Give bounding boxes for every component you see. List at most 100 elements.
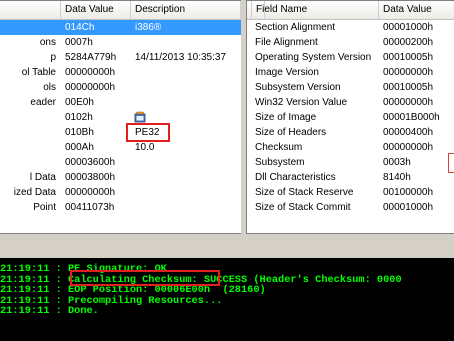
field-name (0, 20, 64, 35)
field-name: ols (43, 82, 56, 93)
field-name: ons (39, 37, 56, 48)
field-name (0, 125, 64, 140)
pe-signature-highlight-box (70, 270, 220, 286)
field-name: ol Table (21, 67, 56, 78)
field-name (0, 155, 64, 170)
table-row[interactable]: 0102h (0, 110, 241, 125)
data-value: 00000000h (65, 187, 116, 198)
field-name: Subsystem Version (255, 82, 341, 93)
table-row[interactable]: ized Data 00000000h (0, 185, 241, 200)
data-value: 00000000h (383, 97, 434, 108)
data-value: 00100000h (383, 187, 434, 198)
table-row[interactable]: ol Table 00000000h (0, 65, 241, 80)
data-value: 0003h (383, 157, 411, 168)
table-row[interactable]: p 5284A779h 14/11/2013 10:35:37 (0, 50, 241, 65)
field-name: Checksum (255, 142, 303, 153)
table-row[interactable]: Size of Image 00001B000h (247, 110, 454, 125)
description (131, 65, 241, 80)
data-value: 00000200h (383, 37, 434, 48)
left-list-header: Data Value Description (0, 1, 241, 20)
table-row[interactable]: Checksum 00000000h (247, 140, 454, 155)
field-name: Win32 Version Value (255, 97, 348, 108)
table-row[interactable]: l Data 00003800h (0, 170, 241, 185)
table-row[interactable]: Win32 Version Value 00000000h (247, 95, 454, 110)
data-value: 00000400h (383, 127, 434, 138)
data-value: 5284A779h (65, 52, 117, 63)
field-name: Image Version (255, 67, 319, 78)
table-row[interactable]: Size of Stack Commit 00001000h (247, 200, 454, 215)
field-name: Size of Headers (255, 127, 327, 138)
data-value: 00001000h (383, 202, 434, 213)
data-value: 00000000h (383, 142, 434, 153)
table-row[interactable]: Image Version 00000000h (247, 65, 454, 80)
field-name: Point (33, 202, 56, 213)
field-name: Subsystem (255, 157, 305, 168)
column-header-description[interactable]: Description (131, 1, 241, 19)
data-value: 000Ah (65, 142, 94, 153)
table-row[interactable]: File Alignment 00000200h (247, 35, 454, 50)
description (131, 170, 241, 185)
table-row[interactable]: 000Ah 10.0 (0, 140, 241, 155)
data-value: 0102h (65, 112, 93, 123)
data-value: 0007h (65, 37, 93, 48)
table-row[interactable]: Dll Characteristics 8140h (247, 170, 454, 185)
data-value: 00000000h (65, 82, 116, 93)
table-row[interactable]: Size of Headers 00000400h (247, 125, 454, 140)
log-line: 21:19:11 : PE Signature: OK (0, 263, 167, 275)
field-name: Section Alignment (255, 22, 336, 33)
table-row[interactable]: Subsystem Version 00010005h (247, 80, 454, 95)
left-header-list[interactable]: Data Value Description 014Ch i386® ons 0… (0, 0, 242, 234)
table-row[interactable]: Subsystem 0003h (247, 153, 454, 173)
data-value: 00000000h (65, 67, 116, 78)
description: i386® (135, 22, 162, 33)
table-row[interactable]: 00003600h (0, 155, 241, 170)
table-row[interactable]: ons 0007h (0, 35, 241, 50)
log-line: 21:19:11 : Done. (0, 305, 99, 318)
data-value: 00000000h (383, 67, 434, 78)
column-header-data-value[interactable]: Data Value (379, 1, 454, 19)
field-name: ized Data (13, 187, 56, 198)
data-value: 010Bh (65, 127, 94, 138)
field-name: File Alignment (255, 37, 318, 48)
field-name: eader (30, 97, 56, 108)
right-optional-header-list[interactable]: Field Name Data Value Section Alignment … (246, 0, 454, 234)
description (131, 35, 241, 50)
table-row[interactable]: 010Bh PE32 (0, 123, 241, 142)
description (131, 185, 241, 200)
right-list-header: Field Name Data Value (247, 1, 454, 20)
data-value: 00010005h (383, 52, 434, 63)
field-name (0, 110, 64, 125)
column-header-data-value[interactable]: Data Value (61, 1, 131, 19)
description: 10.0 (135, 142, 155, 153)
field-name: Size of Image (255, 112, 317, 123)
table-row[interactable]: 014Ch i386® (0, 20, 241, 35)
table-row[interactable]: Section Alignment 00001000h (247, 20, 454, 35)
field-name: p (50, 52, 56, 63)
data-value: 8140h (383, 172, 411, 183)
field-name: Size of Stack Commit (255, 202, 351, 213)
description: 14/11/2013 10:35:37 (135, 52, 227, 63)
field-name: l Data (29, 172, 56, 183)
table-row[interactable]: eader 00E0h (0, 95, 241, 110)
data-value: 00003600h (65, 157, 116, 168)
description (131, 155, 241, 170)
table-row[interactable]: Operating System Version 00010005h (247, 50, 454, 65)
column-header-field-name[interactable]: Field Name (251, 1, 379, 19)
data-value: 00E0h (65, 97, 94, 108)
data-value: 00001B000h (383, 112, 440, 123)
description (131, 200, 241, 215)
column-header-field[interactable] (0, 1, 61, 19)
data-value: 00001000h (383, 22, 434, 33)
table-row[interactable]: ols 00000000h (0, 80, 241, 95)
field-name: Dll Characteristics (255, 172, 336, 183)
data-value: 00003800h (65, 172, 116, 183)
app-icon (134, 111, 146, 123)
field-name: Size of Stack Reserve (255, 187, 354, 198)
description (131, 95, 241, 110)
description (131, 80, 241, 95)
field-name (0, 140, 64, 155)
table-row[interactable]: Size of Stack Reserve 00100000h (247, 185, 454, 200)
data-value: 00010005h (383, 82, 434, 93)
data-value: 00411073h (65, 202, 115, 213)
table-row[interactable]: Point 00411073h (0, 200, 241, 215)
